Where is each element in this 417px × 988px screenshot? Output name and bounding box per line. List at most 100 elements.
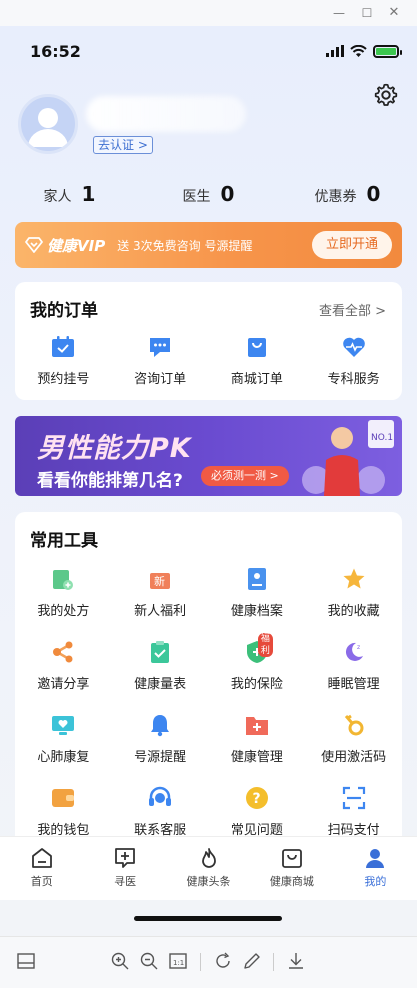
tab-label: 我的 <box>364 875 387 888</box>
tool-label: 我的处方 <box>37 604 90 619</box>
zoom-out-icon[interactable] <box>139 951 159 971</box>
tool-customer-service[interactable]: 联系客服 <box>112 785 209 838</box>
tool-label: 健康管理 <box>230 750 283 765</box>
tab-find-doctor[interactable]: 寻医 <box>83 837 166 900</box>
viewer-toolbar: 1:1 <box>0 936 417 988</box>
headset-icon <box>149 786 172 806</box>
promo-banner[interactable]: 男性能力PK 看看你能排第几名? 必须测一测 > NO.1 <box>15 416 402 496</box>
tool-sleep[interactable]: z 睡眠管理 <box>305 639 402 692</box>
order-appointment[interactable]: 预约挂号 <box>15 334 112 387</box>
orders-row: 预约挂号 咨询订单 商城订单 专科服务 <box>15 334 402 387</box>
monitor-heart-icon <box>52 716 75 735</box>
maximize-icon[interactable]: ☐ <box>358 4 376 22</box>
tool-label: 我的收藏 <box>327 604 380 619</box>
tab-health-mall[interactable]: 健康商城 <box>250 837 333 900</box>
order-specialist[interactable]: 专科服务 <box>305 334 402 387</box>
tab-home[interactable]: 首页 <box>0 837 83 900</box>
flame-icon <box>201 848 216 868</box>
promo-badge-text: NO.1 <box>371 433 393 443</box>
rotate-icon[interactable] <box>213 951 233 971</box>
tool-cardio-rehab[interactable]: 心肺康复 <box>15 712 112 765</box>
tool-label: 邀请分享 <box>37 677 90 692</box>
tool-scan-pay[interactable]: 扫码支付 <box>305 785 402 838</box>
diamond-heart-icon <box>25 237 43 253</box>
order-label: 专科服务 <box>327 372 380 387</box>
find-doctor-icon <box>115 848 136 868</box>
tab-health-news[interactable]: 健康头条 <box>167 837 250 900</box>
tool-wallet[interactable]: 我的钱包 <box>15 785 112 838</box>
tab-label: 首页 <box>30 875 53 888</box>
bottom-tab-bar: 首页 寻医 健康头条 健康商城 我的 <box>0 836 417 900</box>
tool-activation-code[interactable]: 使用激活码 <box>305 712 402 765</box>
actual-size-icon[interactable]: 1:1 <box>168 951 188 971</box>
tool-newcomer-gift[interactable]: 新 新人福利 <box>112 566 209 619</box>
tool-health-record[interactable]: 健康档案 <box>209 566 306 619</box>
tools-title: 常用工具 <box>30 531 98 551</box>
verify-identity-link[interactable]: 去认证 > <box>93 136 153 154</box>
tool-health-scale[interactable]: 健康量表 <box>112 639 209 692</box>
tab-me[interactable]: 我的 <box>334 837 417 900</box>
vip-banner[interactable]: 健康VIP 送 3次免费咨询 号源提醒 立即开通 <box>15 222 402 268</box>
tool-label: 健康量表 <box>134 677 187 692</box>
tool-label: 我的保险 <box>230 677 283 692</box>
tools-card: 常用工具 我的处方 新 新人福利 健康档案 我的收藏 邀请分享 健康量表 福利 … <box>15 512 402 846</box>
settings-gear-icon[interactable] <box>373 82 399 108</box>
tool-label: 心肺康复 <box>37 750 90 765</box>
close-icon[interactable]: ✕ <box>385 4 403 22</box>
profile-stats: 家人 1 医生 0 优惠券 0 <box>0 182 417 212</box>
zoom-in-icon[interactable] <box>110 951 130 971</box>
phone-screen: 16:52 去认证 > 家人 1 医生 0 优惠券 0 健康VIP 送 3次免费… <box>0 26 417 936</box>
stat-family[interactable]: 家人 1 <box>0 182 139 212</box>
svg-text:?: ? <box>252 791 260 807</box>
bell-icon <box>151 715 170 737</box>
tool-label: 号源提醒 <box>134 750 187 765</box>
tool-faq[interactable]: ? 常见问题 <box>209 785 306 838</box>
stat-value: 0 <box>220 182 235 206</box>
calendar-check-icon <box>52 336 75 357</box>
avatar[interactable] <box>18 94 78 154</box>
order-consultation[interactable]: 咨询订单 <box>112 334 209 387</box>
layout-icon[interactable] <box>16 951 36 971</box>
tool-prescription[interactable]: 我的处方 <box>15 566 112 619</box>
tab-label: 寻医 <box>114 875 137 888</box>
mall-icon <box>282 849 302 868</box>
gift-badge-text: 新 <box>154 574 165 588</box>
moon-icon: z <box>345 642 363 661</box>
promo-title: 男性能力PK <box>37 433 192 464</box>
promo-illustration: NO.1 <box>302 420 394 496</box>
tool-slot-reminder[interactable]: 号源提醒 <box>112 712 209 765</box>
vip-activate-button[interactable]: 立即开通 <box>312 231 392 259</box>
tool-invite-share[interactable]: 邀请分享 <box>15 639 112 692</box>
vip-logo-text: 健康VIP <box>47 236 106 255</box>
tool-label: 睡眠管理 <box>327 677 380 692</box>
wallet-icon <box>52 789 75 807</box>
order-mall[interactable]: 商城订单 <box>209 334 306 387</box>
tab-label: 健康头条 <box>186 875 231 888</box>
edit-pencil-icon[interactable] <box>242 951 262 971</box>
share-icon <box>53 641 73 663</box>
tool-label: 新人福利 <box>134 604 187 619</box>
chat-icon <box>150 338 171 357</box>
tool-health-management[interactable]: 健康管理 <box>209 712 306 765</box>
tool-label: 健康档案 <box>230 604 283 619</box>
question-icon: ? <box>245 787 268 809</box>
default-avatar-icon <box>28 108 68 147</box>
key-icon <box>344 714 364 736</box>
battery-icon <box>373 44 402 58</box>
stat-value: 0 <box>366 182 381 206</box>
toolbar-divider <box>273 953 274 971</box>
stat-coupon[interactable]: 优惠券 0 <box>278 182 417 212</box>
scan-icon <box>342 786 365 810</box>
stat-doctor[interactable]: 医生 0 <box>139 182 278 212</box>
svg-text:1:1: 1:1 <box>173 959 184 967</box>
medical-folder-icon <box>245 717 268 735</box>
signal-icon <box>326 45 344 57</box>
wifi-icon <box>350 44 367 57</box>
download-icon[interactable] <box>286 951 306 971</box>
user-icon <box>366 849 385 868</box>
prescription-icon <box>53 570 74 590</box>
view-all-orders-link[interactable]: 查看全部 > <box>319 300 386 319</box>
tool-insurance[interactable]: 福利 我的保险 <box>209 633 306 692</box>
tool-favorites[interactable]: 我的收藏 <box>305 566 402 619</box>
minimize-icon[interactable]: — <box>330 4 348 22</box>
